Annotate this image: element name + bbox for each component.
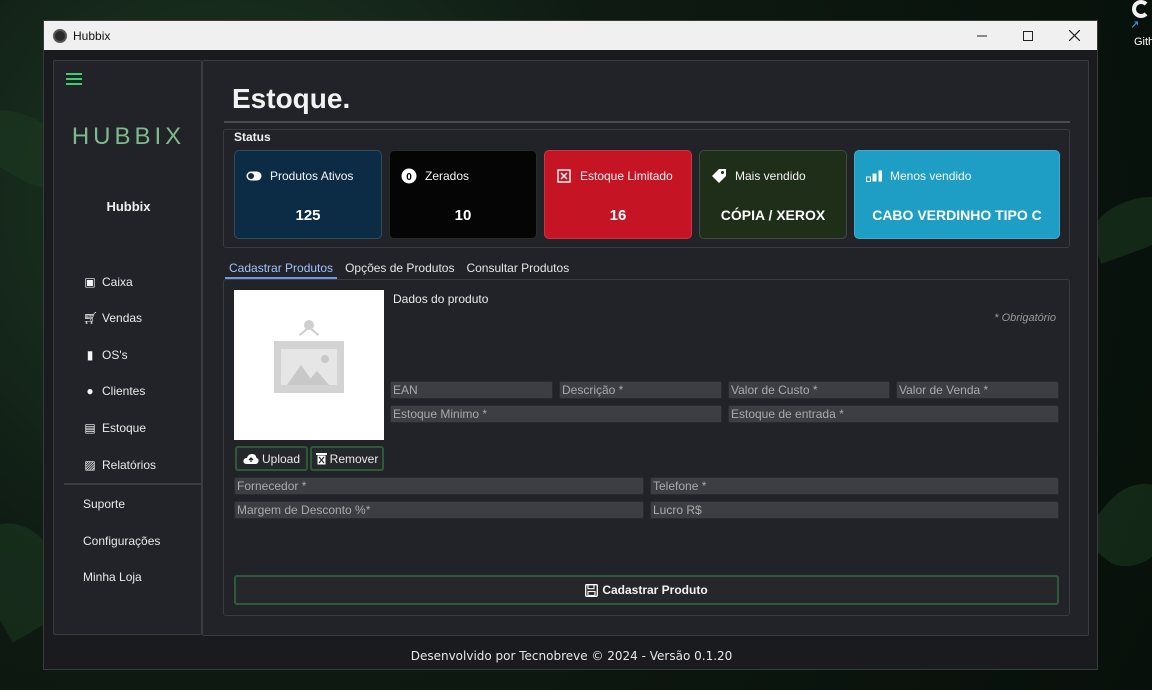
card-label: Menos vendido — [890, 169, 972, 183]
estoque-entrada-field[interactable] — [728, 405, 1059, 423]
tag-icon — [711, 168, 727, 184]
sidebar: HUBBIX Hubbix ▣ Caixa 🛒︎ Vendas ▮ OS's ●… — [53, 60, 203, 635]
zero-icon: 0 — [401, 168, 417, 184]
desktop-shortcut-label: Gith — [1134, 36, 1152, 48]
card-value: 125 — [295, 207, 321, 224]
sidebar-item-relatorios[interactable]: ▨ Relatórios — [83, 458, 156, 472]
signal-bars-icon — [866, 168, 882, 184]
tab-bar: Cadastrar Produtos Opções de Produtos Co… — [225, 261, 577, 279]
x-box-icon — [556, 168, 572, 184]
footer-text: Desenvolvido por Tecnobreve © 2024 - Ver… — [410, 649, 733, 663]
product-form: Upload Remover Dados do produto * Obriga… — [223, 279, 1070, 616]
sidebar-item-label: Clientes — [102, 384, 146, 398]
descricao-field[interactable] — [559, 381, 722, 399]
toggle-icon — [246, 168, 262, 184]
minimize-button[interactable] — [959, 21, 1005, 50]
tab-opcoes-de-produtos[interactable]: Opções de Produtos — [341, 261, 458, 279]
sidebar-item-os[interactable]: ▮ OS's — [83, 348, 128, 362]
card-label: Produtos Ativos — [270, 169, 354, 183]
app-window: Hubbix HUBBIX Hubbix ▣ Caixa 🛒︎ Vendas ▮ — [43, 20, 1098, 670]
cadastrar-produto-label: Cadastrar Produto — [602, 583, 708, 597]
sidebar-item-minha-loja[interactable]: Minha Loja — [83, 570, 142, 584]
remove-button[interactable]: Remover — [310, 446, 384, 471]
svg-text:0: 0 — [406, 172, 412, 183]
sidebar-item-label: Relatórios — [102, 458, 157, 472]
maximize-button[interactable] — [1005, 21, 1051, 50]
remove-label: Remover — [329, 451, 379, 466]
document-icon: ▮ — [86, 348, 94, 362]
sidebar-item-label: OS's — [102, 348, 128, 362]
sidebar-item-label: Estoque — [102, 421, 147, 435]
status-label: Status — [234, 130, 271, 144]
estoque-minimo-field[interactable] — [390, 405, 722, 423]
sidebar-item-estoque[interactable]: ▤ Estoque — [83, 421, 146, 435]
product-image-preview — [234, 290, 384, 440]
window-title: Hubbix — [73, 28, 111, 43]
title-divider — [224, 121, 1070, 123]
sidebar-item-label: Caixa — [102, 275, 133, 289]
cloud-upload-icon — [243, 453, 259, 464]
sidebar-item-suporte[interactable]: Suporte — [83, 497, 125, 511]
fornecedor-field[interactable] — [234, 477, 644, 495]
margem-desconto-field[interactable] — [234, 501, 644, 519]
telefone-field[interactable] — [650, 477, 1059, 495]
required-note: * Obrigatório — [994, 312, 1056, 324]
hamburger-menu-icon[interactable] — [66, 73, 82, 85]
title-bar: Hubbix — [44, 21, 1097, 50]
lucro-field[interactable] — [650, 501, 1059, 519]
image-frame — [274, 341, 344, 393]
minimize-icon — [977, 35, 987, 36]
sidebar-item-vendas[interactable]: 🛒︎ Vendas — [83, 311, 142, 325]
upload-button[interactable]: Upload — [235, 446, 308, 471]
save-icon — [585, 583, 599, 597]
trash-icon — [315, 453, 327, 465]
card-value: 16 — [609, 207, 627, 224]
valor-venda-field[interactable] — [896, 381, 1059, 399]
shortcut-arrow-icon: ↗ — [1130, 19, 1140, 31]
main-panel: Estoque. Status Produtos Ativos 125 0 Ze… — [202, 60, 1089, 636]
box-icon: ▣ — [84, 275, 96, 289]
card-label: Mais vendido — [735, 169, 806, 183]
card-label: Zerados — [425, 169, 470, 183]
sidebar-item-configuracoes[interactable]: Configurações — [83, 534, 160, 548]
image-placeholder-icon — [297, 320, 321, 342]
ean-field[interactable] — [390, 381, 553, 399]
desktop-shortcut[interactable]: ↗ Gith — [1126, 0, 1152, 50]
report-icon: ▨ — [84, 458, 96, 472]
tab-consultar-produtos[interactable]: Consultar Produtos — [462, 261, 573, 279]
tab-cadastrar-produtos[interactable]: Cadastrar Produtos — [225, 261, 338, 279]
inventory-icon: ▤ — [84, 421, 96, 435]
card-value: CABO VERDINHO TIPO C — [872, 207, 1042, 223]
card-produtos-ativos: Produtos Ativos 125 — [234, 150, 382, 239]
card-mais-vendido: Mais vendido CÓPIA / XEROX — [699, 150, 847, 239]
product-data-label: Dados do produto — [393, 292, 489, 306]
sidebar-item-clientes[interactable]: ● Clientes — [83, 384, 145, 398]
close-icon — [1068, 30, 1080, 41]
sidebar-item-label: Vendas — [102, 311, 143, 325]
user-name: Hubbix — [106, 199, 151, 214]
sidebar-item-caixa[interactable]: ▣ Caixa — [83, 275, 133, 289]
app-icon — [53, 28, 67, 43]
card-zerados: 0 Zerados 10 — [389, 150, 537, 239]
close-button[interactable] — [1051, 21, 1097, 50]
card-menos-vendido: Menos vendido CABO VERDINHO TIPO C — [854, 150, 1060, 239]
cadastrar-produto-button[interactable]: Cadastrar Produto — [234, 575, 1059, 605]
valor-custo-field[interactable] — [728, 381, 890, 399]
maximize-icon — [1023, 30, 1033, 41]
status-panel: Status Produtos Ativos 125 0 Zerados 10 … — [223, 129, 1070, 248]
window-controls — [959, 21, 1097, 50]
sidebar-divider — [64, 483, 203, 485]
user-circle-icon: ● — [86, 384, 94, 398]
card-value: CÓPIA / XEROX — [720, 207, 826, 223]
upload-label: Upload — [261, 451, 301, 466]
card-value: 10 — [454, 207, 472, 224]
logo: HUBBIX — [71, 123, 186, 150]
cart-icon: 🛒︎ — [83, 311, 99, 325]
github-icon — [1132, 0, 1150, 18]
card-estoque-limitado: Estoque Limitado 16 — [544, 150, 692, 239]
card-label: Estoque Limitado — [580, 169, 673, 183]
page-title: Estoque. — [232, 83, 351, 114]
